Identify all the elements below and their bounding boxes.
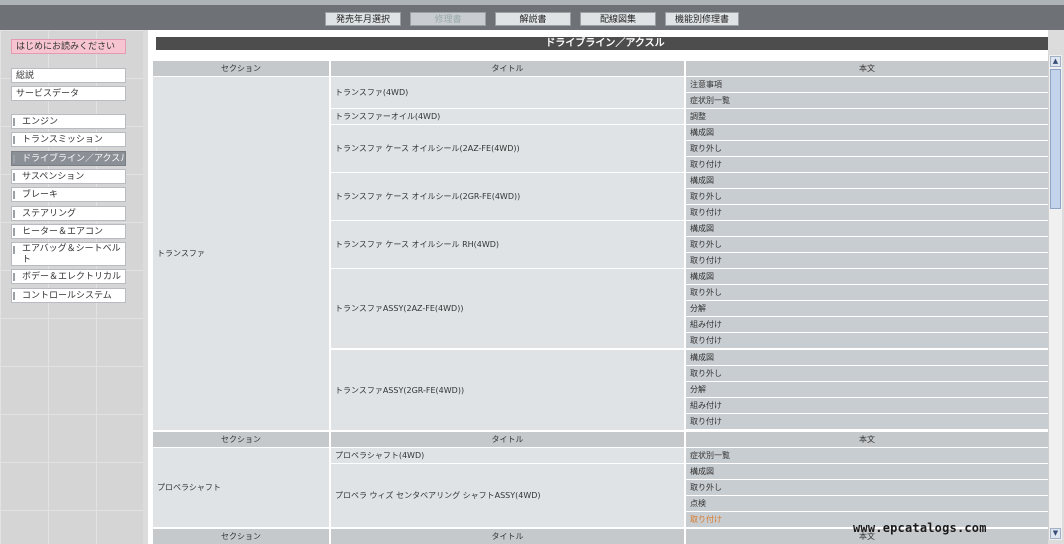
- column-header-title: タイトル: [331, 61, 684, 76]
- sidebar-item-body-electrical[interactable]: ボデー＆エレクトリカル: [11, 269, 126, 284]
- sidebar-item-suspension[interactable]: サスペンション: [11, 169, 126, 184]
- column-header-title: タイトル: [331, 432, 684, 447]
- title-cell[interactable]: トランスファASSY(2GR-FE(4WD)): [331, 350, 684, 430]
- sidebar-item-label: ヒーター＆エアコン: [22, 227, 104, 237]
- body-link[interactable]: 取り外し: [686, 189, 1048, 204]
- main-content: ドライブライン／アクスル セクション タイトル 本文 トランスファ トランスファ…: [148, 30, 1048, 544]
- body-link[interactable]: 分解: [686, 301, 1048, 316]
- body-link[interactable]: 取り外し: [686, 141, 1048, 156]
- scroll-down-arrow-icon[interactable]: ▼: [1050, 528, 1061, 539]
- sidebar-item-brake[interactable]: ブレーキ: [11, 187, 126, 202]
- vertical-scrollbar[interactable]: ▲ ▼: [1048, 55, 1062, 540]
- sidebar-item-service-data[interactable]: サービスデータ: [11, 86, 126, 101]
- sidebar-item-read-first[interactable]: はじめにお読みください: [11, 39, 126, 54]
- body-link[interactable]: 構成図: [686, 125, 1048, 140]
- column-header-section: セクション: [153, 432, 329, 447]
- title-cell[interactable]: プロペラシャフト(4WD): [331, 448, 684, 463]
- body-link[interactable]: 点検: [686, 496, 1048, 511]
- sidebar: はじめにお読みください 総説 サービスデータ エンジン トランスミッション ドラ…: [0, 30, 143, 544]
- sidebar-item-engine[interactable]: エンジン: [11, 114, 126, 129]
- body-link[interactable]: 取り付け: [686, 157, 1048, 172]
- bullet-icon: [13, 118, 15, 126]
- body-link[interactable]: 症状別一覧: [686, 448, 1048, 463]
- sidebar-item-label: サスペンション: [22, 172, 85, 182]
- title-cell[interactable]: トランスファ ケース オイルシール(2GR-FE(4WD)): [331, 173, 684, 220]
- body-link[interactable]: 注意事項: [686, 77, 1048, 92]
- scroll-up-arrow-icon[interactable]: ▲: [1050, 56, 1061, 67]
- body-link[interactable]: 取り外し: [686, 237, 1048, 252]
- sidebar-item-label: ボデー＆エレクトリカル: [22, 272, 122, 282]
- body-link[interactable]: 構成図: [686, 350, 1048, 365]
- sidebar-item-label: トランスミッション: [22, 135, 103, 145]
- watermark: www.epcatalogs.com: [853, 521, 987, 535]
- sidebar-item-label: ステアリング: [22, 209, 77, 219]
- section-cell[interactable]: プロペラシャフト: [153, 448, 329, 527]
- body-link[interactable]: 構成図: [686, 269, 1048, 284]
- sidebar-item-label: エアバッグ＆シートベルト: [22, 244, 121, 265]
- bullet-icon: [13, 191, 15, 199]
- title-cell[interactable]: トランスファ(4WD): [331, 77, 684, 108]
- column-header-section: セクション: [153, 529, 329, 544]
- bullet-icon: [13, 246, 15, 254]
- body-link[interactable]: 取り外し: [686, 285, 1048, 300]
- function-repair-manual-button[interactable]: 機能別修理書: [665, 12, 739, 26]
- scrollbar-thumb[interactable]: [1050, 69, 1061, 209]
- column-header-body: 本文: [686, 61, 1048, 76]
- body-link[interactable]: 取り付け: [686, 414, 1048, 429]
- bullet-icon: [13, 292, 15, 300]
- title-cell[interactable]: トランスファ ケース オイルシール RH(4WD): [331, 221, 684, 268]
- sidebar-item-transmission[interactable]: トランスミッション: [11, 132, 126, 147]
- body-link[interactable]: 取り付け: [686, 205, 1048, 220]
- release-date-select-button[interactable]: 発売年月選択: [325, 12, 401, 26]
- top-nav-bar: 発売年月選択 修理書 解説書 配線図集 機能別修理書: [0, 0, 1064, 30]
- explanation-manual-button[interactable]: 解説書: [495, 12, 571, 26]
- sidebar-item-overview[interactable]: 総説: [11, 68, 126, 83]
- bullet-icon: [13, 173, 15, 181]
- sidebar-item-control-system[interactable]: コントロールシステム: [11, 288, 126, 303]
- sidebar-item-label: ドライブライン／アクスル: [22, 154, 126, 164]
- repair-manual-button[interactable]: 修理書: [410, 12, 486, 26]
- bullet-icon: [13, 136, 15, 144]
- body-link[interactable]: 取り外し: [686, 366, 1048, 381]
- sidebar-item-heater-aircon[interactable]: ヒーター＆エアコン: [11, 224, 126, 239]
- sidebar-item-label: サービスデータ: [16, 89, 80, 99]
- body-link[interactable]: 構成図: [686, 221, 1048, 236]
- page-title: ドライブライン／アクスル: [156, 37, 1048, 50]
- section-cell[interactable]: トランスファ: [153, 77, 329, 430]
- column-header-section: セクション: [153, 61, 329, 76]
- body-link[interactable]: 症状別一覧: [686, 93, 1048, 108]
- column-header-title: タイトル: [331, 529, 684, 544]
- sidebar-item-label: ブレーキ: [22, 190, 59, 200]
- sidebar-item-label: 総説: [16, 71, 35, 81]
- title-cell[interactable]: トランスファーオイル(4WD): [331, 109, 684, 124]
- bullet-icon: [13, 210, 15, 218]
- body-link[interactable]: 取り外し: [686, 480, 1048, 495]
- bullet-icon: [13, 228, 15, 236]
- title-cell[interactable]: プロペラ ウィズ センタベアリング シャフトASSY(4WD): [331, 464, 684, 527]
- sidebar-item-driveline-axle[interactable]: ドライブライン／アクスル: [11, 151, 126, 166]
- body-link[interactable]: 構成図: [686, 173, 1048, 188]
- body-link[interactable]: 組み付け: [686, 398, 1048, 413]
- body-link[interactable]: 調整: [686, 109, 1048, 124]
- bullet-icon: [13, 155, 15, 163]
- title-cell[interactable]: トランスファ ケース オイルシール(2AZ-FE(4WD)): [331, 125, 684, 172]
- column-header-body: 本文: [686, 432, 1048, 447]
- sidebar-item-steering[interactable]: ステアリング: [11, 206, 126, 221]
- body-link[interactable]: 取り付け: [686, 253, 1048, 268]
- sidebar-item-label: コントロールシステム: [22, 291, 112, 301]
- bullet-icon: [13, 273, 15, 281]
- sidebar-item-airbag-seatbelt[interactable]: エアバッグ＆シートベルト: [11, 242, 126, 266]
- sidebar-item-label: エンジン: [22, 117, 59, 127]
- body-link[interactable]: 取り付け: [686, 333, 1048, 348]
- body-link[interactable]: 分解: [686, 382, 1048, 397]
- sidebar-item-label: はじめにお読みください: [16, 42, 116, 52]
- title-cell[interactable]: トランスファASSY(2AZ-FE(4WD)): [331, 269, 684, 348]
- body-link[interactable]: 構成図: [686, 464, 1048, 479]
- wiring-diagram-button[interactable]: 配線図集: [580, 12, 656, 26]
- body-link[interactable]: 組み付け: [686, 317, 1048, 332]
